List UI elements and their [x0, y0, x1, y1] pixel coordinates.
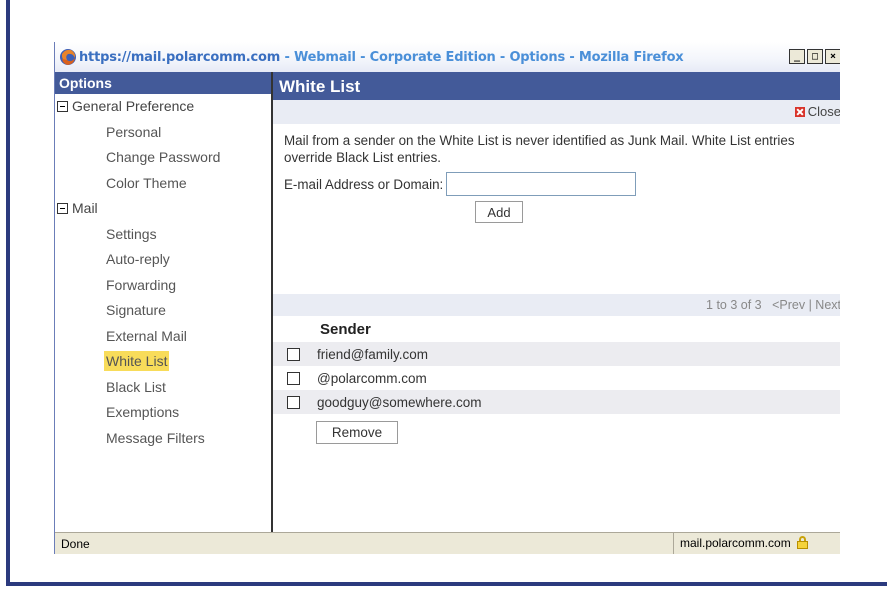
table-row: goodguy@somewhere.com — [273, 390, 840, 414]
minimize-button[interactable]: _ — [789, 49, 805, 64]
row-checkbox[interactable] — [287, 347, 300, 361]
sidebar-item-black-list[interactable]: Black List — [55, 375, 271, 401]
sender-address: @polarcomm.com — [317, 370, 427, 386]
close-link[interactable]: Close — [794, 104, 840, 119]
tree-group-mail[interactable]: Mail — [55, 196, 271, 222]
sidebar-item-label: Personal — [106, 123, 162, 140]
sidebar-item-auto-reply[interactable]: Auto-reply — [55, 247, 271, 273]
page-title: White List — [273, 72, 840, 100]
tree-group-label: Mail — [72, 200, 98, 217]
sidebar-item-label: Exemptions — [106, 404, 180, 420]
table-row: friend@family.com — [273, 342, 840, 366]
sidebar-item-signature[interactable]: Signature — [55, 298, 271, 324]
sidebar-item-exemptions[interactable]: Exemptions — [55, 400, 271, 426]
pager-prev-link[interactable]: <Prev — [772, 298, 805, 312]
sidebar-item-message-filters[interactable]: Message Filters — [55, 426, 271, 452]
close-x-icon — [794, 106, 805, 117]
tree-group-label: General Preference — [72, 98, 195, 115]
sender-column-header: Sender — [273, 317, 840, 342]
close-label: Close — [807, 104, 840, 119]
window-title: https://mail.polarcomm.com - Webmail - C… — [79, 49, 684, 65]
options-sidebar: Options General Preference Personal Chan… — [55, 72, 273, 532]
lock-icon[interactable] — [796, 536, 809, 549]
sidebar-item-label: Settings — [106, 225, 157, 242]
sidebar-item-personal[interactable]: Personal — [55, 120, 271, 146]
sender-address: friend@family.com — [317, 346, 428, 362]
sidebar-item-color-theme[interactable]: Color Theme — [55, 171, 271, 197]
close-bar: Close — [273, 100, 840, 124]
close-window-button[interactable]: × — [825, 49, 840, 64]
maximize-button[interactable]: □ — [807, 49, 823, 64]
sidebar-item-label: Signature — [106, 302, 166, 318]
sender-address: goodguy@somewhere.com — [317, 394, 482, 410]
sidebar-item-white-list[interactable]: White List — [55, 349, 271, 375]
remove-button[interactable]: Remove — [316, 421, 398, 444]
collapse-minus-icon[interactable] — [57, 203, 68, 215]
security-indicator[interactable]: mail.polarcomm.com — [673, 533, 815, 554]
row-checkbox[interactable] — [287, 395, 300, 409]
sidebar-item-label: Change Password — [106, 149, 221, 165]
options-tree: General Preference Personal Change Passw… — [55, 94, 271, 451]
sidebar-item-label: White List — [104, 351, 170, 371]
email-label: E-mail Address or Domain: — [284, 176, 444, 192]
pager-range: 1 to 3 of 3 — [706, 298, 762, 312]
title-bar: https://mail.polarcomm.com - Webmail - C… — [55, 42, 840, 72]
sidebar-item-label: Message Filters — [106, 429, 205, 446]
sidebar-item-label: Color Theme — [106, 174, 187, 191]
white-list-description: Mail from a sender on the White List is … — [284, 133, 795, 165]
sidebar-item-label: Forwarding — [106, 276, 177, 293]
sidebar-item-label: Black List — [106, 378, 166, 395]
status-bar: Done mail.polarcomm.com — [55, 532, 840, 554]
firefox-icon — [60, 49, 76, 65]
sidebar-item-change-password[interactable]: Change Password — [55, 145, 271, 171]
pager-separator: | — [808, 298, 812, 312]
row-checkbox[interactable] — [287, 371, 300, 385]
status-domain: mail.polarcomm.com — [680, 536, 791, 550]
sidebar-item-settings[interactable]: Settings — [55, 222, 271, 248]
status-text: Done — [61, 537, 90, 551]
sidebar-item-label: Auto-reply — [106, 251, 170, 267]
window-controls: _ □ × — [789, 49, 840, 64]
email-form-row: E-mail Address or Domain: — [273, 172, 840, 196]
browser-window: https://mail.polarcomm.com - Webmail - C… — [54, 42, 840, 554]
pager-next-link[interactable]: Next — [815, 298, 840, 312]
add-button[interactable]: Add — [475, 201, 523, 223]
sidebar-item-external-mail[interactable]: External Mail — [55, 324, 271, 350]
tree-group-general-preference[interactable]: General Preference — [55, 94, 271, 120]
sidebar-item-forwarding[interactable]: Forwarding — [55, 273, 271, 299]
pager-bar: 1 to 3 of 3 <Prev | Next — [273, 294, 840, 316]
sidebar-item-label: External Mail — [106, 327, 187, 344]
email-domain-input[interactable] — [446, 172, 637, 196]
main-content: White List Close Mail from a sender on t… — [273, 72, 840, 532]
sender-list: friend@family.com @polarcomm.com goodguy… — [273, 342, 840, 414]
sidebar-header: Options — [55, 72, 271, 94]
collapse-minus-icon[interactable] — [57, 101, 68, 113]
table-row: @polarcomm.com — [273, 366, 840, 390]
